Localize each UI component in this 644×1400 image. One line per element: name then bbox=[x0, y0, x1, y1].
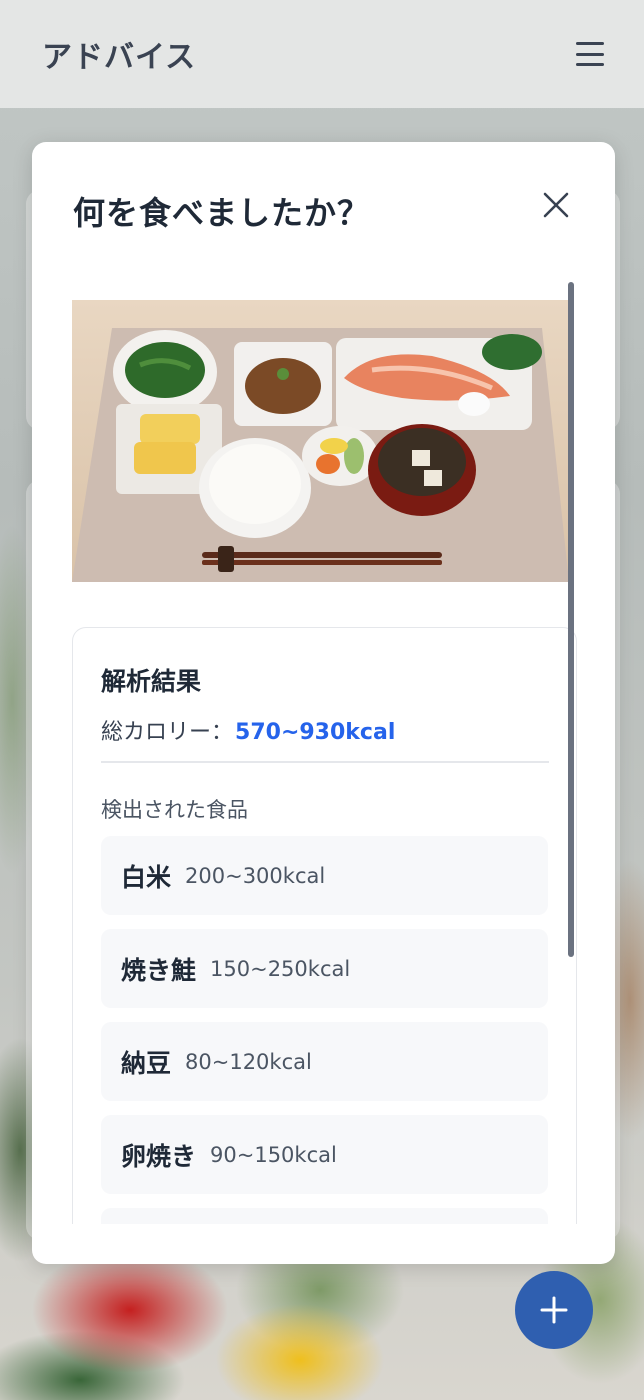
analysis-result-card: 解析結果 総カロリー： 570~930kcal 検出された食品 白米 200~3… bbox=[72, 627, 577, 1224]
food-item[interactable]: 納豆 80~120kcal bbox=[101, 1022, 548, 1101]
food-item[interactable]: 白米 200~300kcal bbox=[101, 836, 548, 915]
divider bbox=[101, 761, 549, 763]
page-title: アドバイス bbox=[42, 40, 197, 75]
food-kcal: 80~120kcal bbox=[185, 1049, 312, 1074]
app-header: アドバイス bbox=[0, 0, 644, 108]
close-icon[interactable] bbox=[541, 190, 571, 220]
modal-scroll-area[interactable]: 解析結果 総カロリー： 570~930kcal 検出された食品 白米 200~3… bbox=[72, 282, 577, 1224]
food-kcal: 200~300kcal bbox=[185, 863, 326, 888]
plus-icon bbox=[540, 1296, 568, 1324]
food-item-partial[interactable] bbox=[101, 1208, 548, 1224]
total-calories-label: 総カロリー： bbox=[101, 720, 234, 745]
food-name: 納豆 bbox=[121, 1048, 172, 1078]
food-kcal: 90~150kcal bbox=[210, 1142, 337, 1167]
food-item[interactable]: 卵焼き 90~150kcal bbox=[101, 1115, 548, 1194]
hamburger-menu-icon[interactable] bbox=[576, 42, 604, 66]
total-calories-value: 570~930kcal bbox=[235, 720, 396, 745]
food-kcal: 150~250kcal bbox=[210, 956, 351, 981]
scrollbar[interactable] bbox=[568, 282, 574, 957]
result-title: 解析結果 bbox=[101, 667, 202, 696]
food-name: 白米 bbox=[121, 862, 172, 892]
meal-photo bbox=[72, 300, 569, 582]
modal-title: 何を食べましたか？ bbox=[73, 194, 371, 232]
meal-modal: 何を食べましたか？ 解析結果 総カロリー： 570~930kcal 検出された食… bbox=[32, 142, 615, 1264]
food-name: 焼き鮭 bbox=[121, 955, 197, 985]
total-calories: 総カロリー： 570~930kcal bbox=[101, 714, 395, 746]
add-button[interactable] bbox=[515, 1271, 593, 1349]
detected-foods-label: 検出された食品 bbox=[101, 798, 248, 822]
food-item[interactable]: 焼き鮭 150~250kcal bbox=[101, 929, 548, 1008]
food-name: 卵焼き bbox=[121, 1141, 197, 1171]
